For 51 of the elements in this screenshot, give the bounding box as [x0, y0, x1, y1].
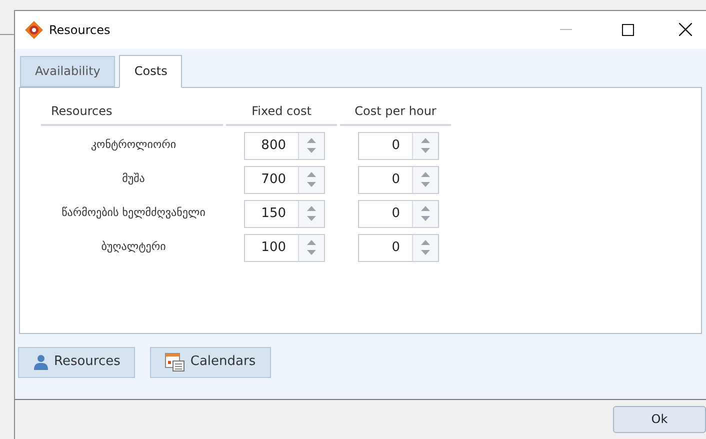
resource-name: კონტროლიორი: [90, 137, 178, 154]
number-spinner[interactable]: 0: [358, 166, 439, 194]
down-arrow-icon[interactable]: [421, 148, 430, 154]
tab[interactable]: Availability: [20, 56, 116, 87]
spinner-value: 100: [260, 238, 287, 257]
up-arrow-icon[interactable]: [307, 172, 316, 178]
resource-name: წარმოების ხელმძღვანელი: [60, 205, 206, 222]
up-arrow-icon[interactable]: [307, 138, 316, 144]
minimize-icon[interactable]: [560, 28, 572, 31]
spinner-value: 700: [260, 170, 287, 189]
column-header: Fixed cost: [226, 98, 337, 126]
toolbar-button[interactable]: Calendars: [150, 346, 271, 378]
number-spinner[interactable]: 0: [358, 200, 439, 228]
window-title: Resources: [49, 22, 110, 39]
up-arrow-icon[interactable]: [421, 138, 430, 144]
calendar-icon: [165, 352, 186, 372]
down-arrow-icon[interactable]: [421, 250, 430, 256]
spinner-value: 0: [390, 136, 401, 155]
number-spinner[interactable]: 700: [244, 166, 325, 194]
spinner-value: 0: [390, 238, 401, 257]
number-spinner[interactable]: 800: [244, 132, 325, 160]
down-arrow-icon[interactable]: [421, 216, 430, 222]
spinner-value: 0: [390, 204, 401, 223]
ok-button[interactable]: Ok: [613, 406, 706, 433]
column-header: Resources: [41, 98, 223, 126]
down-arrow-icon[interactable]: [307, 216, 316, 222]
down-arrow-icon[interactable]: [307, 250, 316, 256]
spinner-value: 0: [390, 170, 401, 189]
column-header: Cost per hour: [340, 98, 451, 126]
resource-name: მუშა: [121, 171, 146, 188]
person-icon: [33, 354, 49, 370]
number-spinner[interactable]: 150: [244, 200, 325, 228]
maximize-icon[interactable]: [622, 24, 634, 36]
up-arrow-icon[interactable]: [421, 206, 430, 212]
number-spinner[interactable]: 0: [358, 132, 439, 160]
tab[interactable]: Costs: [119, 54, 182, 88]
number-spinner[interactable]: 100: [244, 234, 325, 262]
down-arrow-icon[interactable]: [307, 148, 316, 154]
number-spinner[interactable]: 0: [358, 234, 439, 262]
toolbar-button[interactable]: Resources: [18, 346, 136, 378]
up-arrow-icon[interactable]: [421, 240, 430, 246]
up-arrow-icon[interactable]: [421, 172, 430, 178]
up-arrow-icon[interactable]: [307, 240, 316, 246]
spinner-value: 150: [260, 204, 287, 223]
close-icon[interactable]: [679, 23, 692, 36]
resource-name: ბუღალტერი: [100, 239, 167, 256]
down-arrow-icon[interactable]: [307, 182, 316, 188]
down-arrow-icon[interactable]: [421, 182, 430, 188]
up-arrow-icon[interactable]: [307, 206, 316, 212]
spinner-value: 800: [260, 136, 287, 155]
app-logo-icon: [25, 20, 43, 39]
